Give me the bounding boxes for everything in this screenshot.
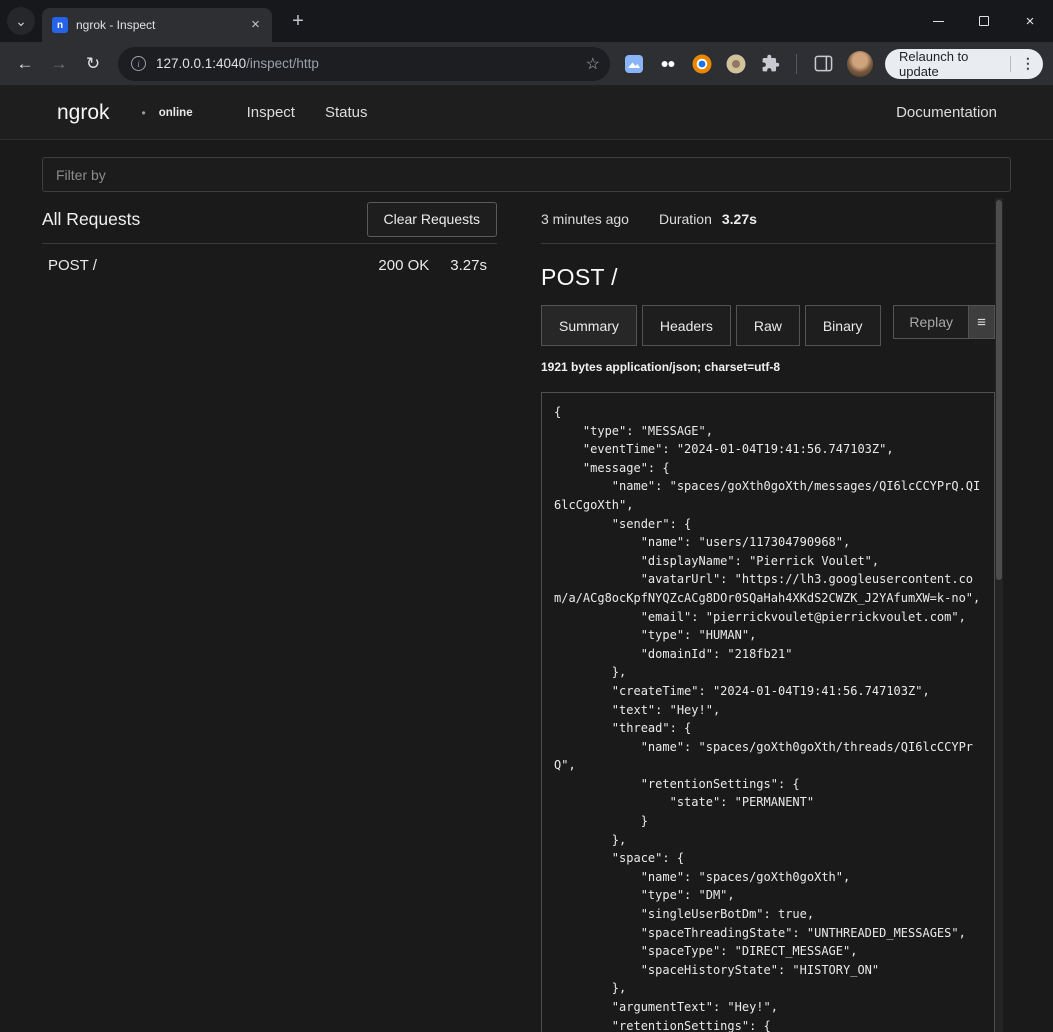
ngrok-logo[interactable]: ngrok	[57, 101, 110, 125]
tab-binary[interactable]: Binary	[805, 305, 881, 346]
reload-button[interactable]: ↻	[76, 47, 110, 81]
browser-toolbar: ← → ↻ i 127.0.0.1:4040/inspect/http ☆	[0, 42, 1053, 86]
content-meta: 1921 bytes application/json; charset=utf…	[541, 360, 995, 374]
request-title: POST /	[541, 262, 995, 292]
tab-strip: ⌄ n ngrok - Inspect × + ×	[0, 0, 1053, 42]
extensions-row	[624, 51, 873, 77]
toolbar-separator	[796, 54, 797, 74]
chrome-extension-icon[interactable]	[692, 54, 712, 74]
close-window-button[interactable]: ×	[1007, 0, 1053, 42]
requests-panel-header: All Requests Clear Requests	[42, 201, 497, 237]
tab-summary[interactable]: Summary	[541, 305, 637, 346]
scrollbar-thumb[interactable]	[996, 200, 1002, 580]
nav-item-inspect[interactable]: Inspect	[247, 104, 295, 121]
detail-meta-row: 3 minutes ago Duration 3.27s	[541, 201, 995, 237]
chevron-down-icon: ⌄	[15, 13, 27, 30]
replay-button[interactable]: Replay	[893, 305, 969, 339]
new-tab-button[interactable]: +	[284, 7, 312, 35]
request-row[interactable]: POST / 200 OK 3.27s	[42, 244, 497, 286]
tab-raw[interactable]: Raw	[736, 305, 800, 346]
request-duration-group: Duration 3.27s	[659, 211, 757, 227]
bookmark-star-icon[interactable]: ☆	[586, 54, 600, 74]
tab-headers[interactable]: Headers	[642, 305, 731, 346]
request-body-json: { "type": "MESSAGE", "eventTime": "2024-…	[554, 403, 982, 1032]
side-panel-icon[interactable]	[813, 54, 833, 74]
request-method-path: POST /	[48, 257, 97, 274]
request-duration: 3.27s	[450, 257, 487, 274]
ngrok-favicon-icon: n	[52, 17, 68, 33]
extensions-puzzle-icon[interactable]	[760, 54, 780, 74]
detail-tabs-row: Summary Headers Raw Binary Replay ≡	[541, 305, 995, 346]
detail-scrollbar[interactable]	[995, 198, 1003, 1032]
request-status: 200 OK	[378, 257, 429, 274]
round-extension-icon[interactable]	[726, 54, 746, 74]
browser-tab[interactable]: n ngrok - Inspect ×	[42, 8, 272, 42]
photos-extension-icon[interactable]	[624, 54, 644, 74]
documentation-link[interactable]: Documentation	[896, 104, 997, 121]
back-button[interactable]: ←	[8, 47, 42, 81]
url-host: 127.0.0.1:4040	[156, 56, 246, 71]
requests-panel-title: All Requests	[42, 209, 140, 230]
minimize-button[interactable]	[915, 0, 961, 42]
relaunch-to-update-button[interactable]: Relaunch to update ⋮	[885, 49, 1043, 79]
request-body-block: { "type": "MESSAGE", "eventTime": "2024-…	[541, 392, 995, 1032]
relaunch-label: Relaunch to update	[899, 49, 1002, 79]
filter-input[interactable]	[42, 157, 1011, 192]
browser-window: ⌄ n ngrok - Inspect × + × ← → ↻ i 127.0.…	[0, 0, 1053, 1032]
tab-title: ngrok - Inspect	[76, 18, 239, 32]
tab-search-button[interactable]: ⌄	[7, 7, 35, 35]
minimize-icon	[933, 21, 944, 22]
duration-value: 3.27s	[722, 211, 757, 227]
request-time-ago: 3 minutes ago	[541, 211, 629, 227]
maximize-button[interactable]	[961, 0, 1007, 42]
duration-label: Duration	[659, 211, 712, 227]
kebab-menu-icon[interactable]: ⋮	[1019, 55, 1037, 72]
status-badge: online	[159, 107, 193, 119]
profile-avatar[interactable]	[847, 51, 873, 77]
url-path: /inspect/http	[246, 56, 319, 71]
detail-divider	[541, 243, 995, 244]
ngrok-page: ngrok • online Inspect Status Documentat…	[0, 86, 1053, 1032]
replay-button-group: Replay ≡	[893, 305, 995, 339]
status-dot-icon: •	[142, 106, 146, 120]
clear-requests-button[interactable]: Clear Requests	[367, 202, 498, 237]
tab-close-icon[interactable]: ×	[247, 17, 264, 34]
maximize-icon	[979, 16, 989, 26]
address-bar[interactable]: i 127.0.0.1:4040/inspect/http ☆	[118, 47, 610, 81]
request-detail-panel: 3 minutes ago Duration 3.27s POST / Summ…	[541, 201, 995, 1032]
nav-item-status[interactable]: Status	[325, 104, 368, 121]
forward-button[interactable]: →	[42, 47, 76, 81]
site-info-icon[interactable]: i	[131, 56, 146, 71]
request-row-meta: 200 OK 3.27s	[378, 257, 487, 274]
ngrok-header: ngrok • online Inspect Status Documentat…	[0, 86, 1053, 140]
window-controls: ×	[915, 0, 1053, 42]
hamburger-icon: ≡	[977, 314, 986, 331]
pill-divider	[1010, 56, 1011, 72]
requests-panel: All Requests Clear Requests POST / 200 O…	[42, 201, 497, 286]
replay-options-button[interactable]: ≡	[969, 305, 995, 339]
url-text: 127.0.0.1:4040/inspect/http	[156, 56, 576, 71]
goggles-extension-icon[interactable]	[658, 54, 678, 74]
